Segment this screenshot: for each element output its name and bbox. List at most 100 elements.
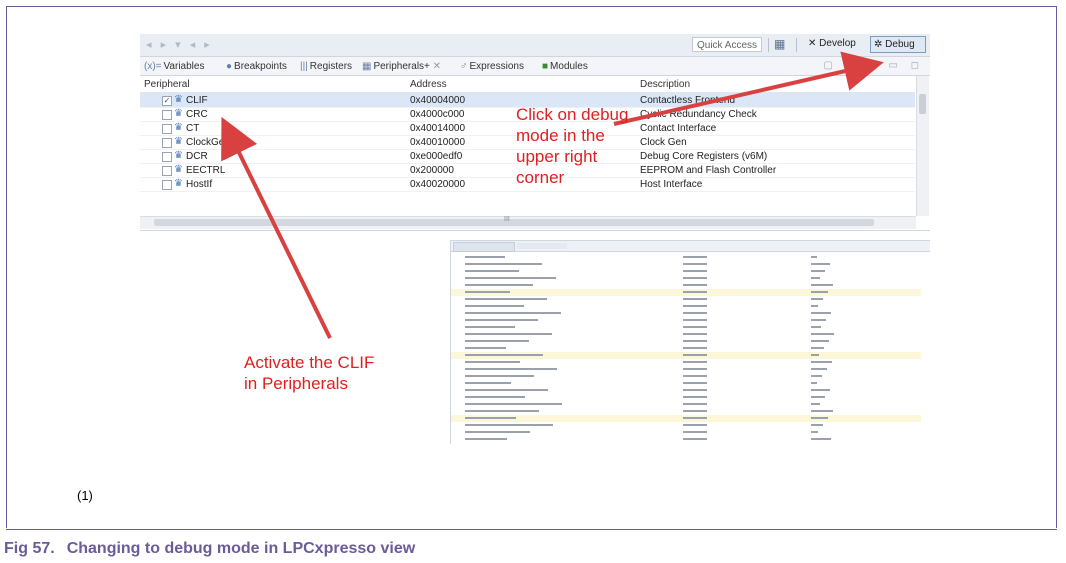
- annotation-line: upper right: [516, 147, 598, 166]
- peripheral-address: 0x40010000: [410, 137, 466, 148]
- modules-icon: ■: [542, 61, 549, 72]
- register-row[interactable]: [451, 275, 921, 282]
- variables-icon: (x)=: [144, 61, 162, 72]
- peripheral-name: CT: [186, 123, 200, 134]
- tab-peripherals[interactable]: ▦ Peripherals+ ✕: [362, 61, 441, 72]
- peripheral-checkbox[interactable]: [162, 124, 172, 134]
- caption-number: (1): [77, 488, 93, 503]
- peripheral-description: Clock Gen: [640, 137, 687, 148]
- tab-breakpoints[interactable]: ● Breakpoints: [226, 61, 287, 72]
- register-row[interactable]: [451, 317, 921, 324]
- register-row[interactable]: [451, 289, 921, 296]
- tab-expressions-label: Expressions: [469, 61, 524, 72]
- scroll-grip: III: [504, 216, 510, 223]
- peripheral-description: Cyclic Redundancy Check: [640, 109, 757, 120]
- register-row[interactable]: [451, 254, 921, 261]
- register-row[interactable]: [451, 331, 921, 338]
- view-toolbar-icons[interactable]: ▢ ▣ ▽ ▭ ◻: [824, 60, 924, 71]
- annotation-line: in Peripherals: [244, 374, 348, 393]
- register-tab-inactive[interactable]: [517, 243, 567, 249]
- peripheral-description: Contactless Frontend: [640, 95, 736, 106]
- col-address[interactable]: Address: [410, 79, 447, 90]
- tab-variables[interactable]: (x)= Variables: [144, 61, 204, 72]
- open-perspective-icon[interactable]: ▦: [774, 37, 785, 51]
- peripheral-name: CRC: [186, 109, 208, 120]
- register-row[interactable]: [451, 303, 921, 310]
- tab-registers[interactable]: ||| Registers: [300, 61, 352, 72]
- vertical-scroll-thumb[interactable]: [919, 94, 926, 114]
- tab-modules[interactable]: ■ Modules: [542, 61, 588, 72]
- register-row[interactable]: [451, 422, 921, 429]
- register-row[interactable]: [451, 436, 921, 443]
- register-row[interactable]: [451, 324, 921, 331]
- breakpoints-icon: ●: [226, 61, 233, 72]
- peripheral-checkbox[interactable]: [162, 138, 172, 148]
- ide-toolbar: ◂ ▸ ▾ ◂ ▸ Quick Access ▦ ✕ Develop ✲ Deb…: [140, 34, 930, 57]
- register-row[interactable]: [451, 296, 921, 303]
- tab-breakpoints-label: Breakpoints: [234, 61, 287, 72]
- annotation-line: Click on debug: [516, 105, 629, 124]
- peripheral-address: 0xe000edf0: [410, 151, 463, 162]
- peripheral-checkbox[interactable]: [162, 152, 172, 162]
- register-row[interactable]: [451, 352, 921, 359]
- toolbar-separator: [768, 38, 769, 52]
- register-row[interactable]: [451, 408, 921, 415]
- register-row[interactable]: [451, 373, 921, 380]
- close-icon[interactable]: ✕: [433, 61, 441, 72]
- figure-bottom-rule: [6, 529, 1057, 530]
- peripheral-name: CLIF: [186, 95, 208, 106]
- peripheral-icon: ♛: [174, 164, 183, 175]
- horizontal-scroll-thumb[interactable]: III: [154, 216, 874, 226]
- register-tab-active[interactable]: [453, 242, 515, 252]
- annotation-line: mode in the: [516, 126, 605, 145]
- toolbar-nav-icons[interactable]: ◂ ▸ ▾ ◂ ▸: [146, 38, 213, 51]
- register-row[interactable]: [451, 338, 921, 345]
- register-view-thumbnail: [450, 240, 930, 444]
- tab-expressions[interactable]: ♂ Expressions: [460, 61, 524, 72]
- register-row[interactable]: [451, 415, 921, 422]
- peripheral-icon: ♛: [174, 108, 183, 119]
- peripheral-icon: ♛: [174, 150, 183, 161]
- register-row[interactable]: [451, 429, 921, 436]
- register-row[interactable]: [451, 282, 921, 289]
- register-row[interactable]: [451, 268, 921, 275]
- register-row[interactable]: [451, 401, 921, 408]
- debug-perspective-button[interactable]: ✲ Debug: [870, 36, 926, 53]
- tab-peripherals-label: Peripherals+: [373, 61, 430, 72]
- peripheral-icon: ♛: [174, 136, 183, 147]
- peripheral-description: Host Interface: [640, 179, 703, 190]
- register-row[interactable]: [451, 366, 921, 373]
- col-description[interactable]: Description: [640, 79, 690, 90]
- develop-perspective-button[interactable]: ✕ Develop: [808, 38, 856, 49]
- quick-access-field[interactable]: Quick Access: [692, 37, 762, 52]
- register-view-tabs: [451, 241, 930, 252]
- vertical-scrollbar[interactable]: [916, 76, 929, 216]
- tab-modules-label: Modules: [550, 61, 588, 72]
- activate-clif-annotation: Activate the CLIF in Peripherals: [244, 352, 374, 394]
- horizontal-scrollbar[interactable]: III: [140, 216, 916, 229]
- register-row[interactable]: [451, 394, 921, 401]
- peripheral-name: DCR: [186, 151, 208, 162]
- peripheral-checkbox[interactable]: [162, 110, 172, 120]
- peripheral-address: 0x40020000: [410, 179, 466, 190]
- register-row[interactable]: [451, 345, 921, 352]
- register-row[interactable]: [451, 359, 921, 366]
- peripheral-name: EECTRL: [186, 165, 226, 176]
- register-row[interactable]: [451, 387, 921, 394]
- register-row[interactable]: [451, 310, 921, 317]
- registers-icon: |||: [300, 61, 308, 72]
- peripheral-checkbox[interactable]: [162, 180, 172, 190]
- figure-title: Changing to debug mode in LPCxpresso vie…: [66, 540, 416, 557]
- peripheral-address: 0x200000: [410, 165, 454, 176]
- peripheral-name: HostIf: [186, 179, 213, 190]
- register-row[interactable]: [451, 443, 921, 444]
- tab-registers-label: Registers: [309, 61, 353, 72]
- register-row[interactable]: [451, 380, 921, 387]
- col-peripheral[interactable]: Peripheral: [144, 79, 190, 90]
- annotation-line: corner: [516, 168, 565, 187]
- peripheral-icon: ♛: [174, 94, 183, 105]
- peripherals-table-header: Peripheral Address Description: [140, 76, 915, 93]
- register-row[interactable]: [451, 261, 921, 268]
- peripheral-checkbox[interactable]: ✓: [162, 96, 172, 106]
- peripheral-checkbox[interactable]: [162, 166, 172, 176]
